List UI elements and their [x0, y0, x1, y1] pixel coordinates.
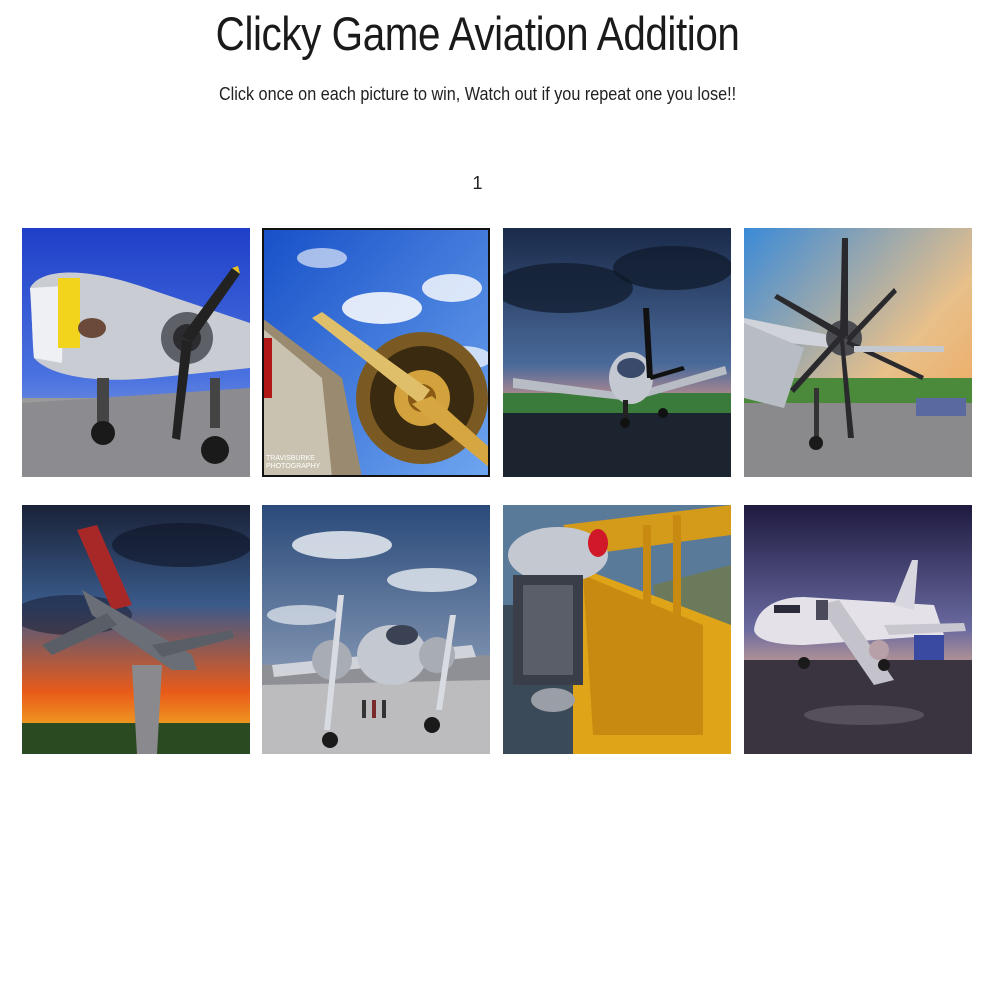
aircraft-card-1[interactable]: [22, 228, 250, 477]
plane-photo-icon: [744, 505, 972, 754]
plane-photo-icon: [503, 505, 731, 754]
watermark-label: TRAVISBURKE: [266, 455, 315, 462]
aircraft-card-4[interactable]: [744, 228, 972, 477]
aircraft-card-6[interactable]: [262, 505, 490, 754]
plane-photo-icon: [22, 228, 250, 477]
aircraft-card-5[interactable]: [22, 505, 250, 754]
aircraft-card-2[interactable]: TRAVISBURKE PHOTOGRAPHY: [262, 228, 490, 477]
aircraft-card-8[interactable]: [744, 505, 972, 754]
aircraft-card-3[interactable]: [503, 228, 731, 477]
page-title: Clicky Game Aviation Addition: [215, 7, 740, 60]
plane-photo-icon: [262, 505, 490, 754]
plane-photo-icon: [503, 228, 731, 477]
plane-photo-icon: TRAVISBURKE PHOTOGRAPHY: [262, 228, 490, 477]
game-instructions: Click once on each picture to win, Watch…: [218, 84, 737, 104]
score-counter: 1: [472, 173, 483, 193]
plane-photo-icon: [22, 505, 250, 754]
watermark-sub-label: PHOTOGRAPHY: [266, 463, 321, 470]
plane-photo-icon: [744, 228, 972, 477]
aircraft-card-7[interactable]: [503, 505, 731, 754]
